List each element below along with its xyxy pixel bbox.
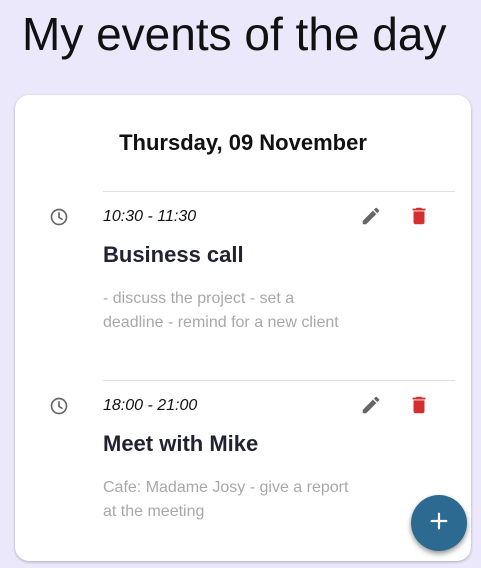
event-description: Cafe: Madame Josy - give a report at the… (103, 479, 349, 520)
date-heading: Thursday, 09 November (119, 130, 367, 155)
event-description: - discuss the project - set a deadline -… (103, 290, 339, 331)
event-title: Meet with Mike (103, 431, 259, 456)
event-time: 10:30 - 11:30 (103, 208, 197, 225)
clock-icon (49, 207, 69, 227)
add-event-button[interactable] (411, 495, 467, 551)
delete-button[interactable] (406, 205, 432, 231)
delete-button[interactable] (406, 394, 432, 420)
trash-icon (408, 205, 430, 232)
event-divider (103, 380, 455, 381)
event-item: 18:00 - 21:00 Meet with Mike Cafe: Madam… (15, 380, 471, 555)
event-time: 18:00 - 21:00 (103, 397, 198, 414)
event-divider (103, 191, 455, 192)
page-title: My events of the day (22, 8, 447, 60)
event-title: Business call (103, 242, 244, 267)
trash-icon (408, 394, 430, 421)
edit-button[interactable] (358, 205, 384, 231)
pencil-icon (360, 205, 382, 232)
plus-icon (428, 510, 450, 537)
event-item: 10:30 - 11:30 Business call - discuss th… (15, 191, 471, 366)
edit-button[interactable] (358, 394, 384, 420)
events-card: Thursday, 09 November 10:30 - 11:30 Busi… (15, 95, 471, 561)
clock-icon (49, 396, 69, 416)
pencil-icon (360, 394, 382, 421)
